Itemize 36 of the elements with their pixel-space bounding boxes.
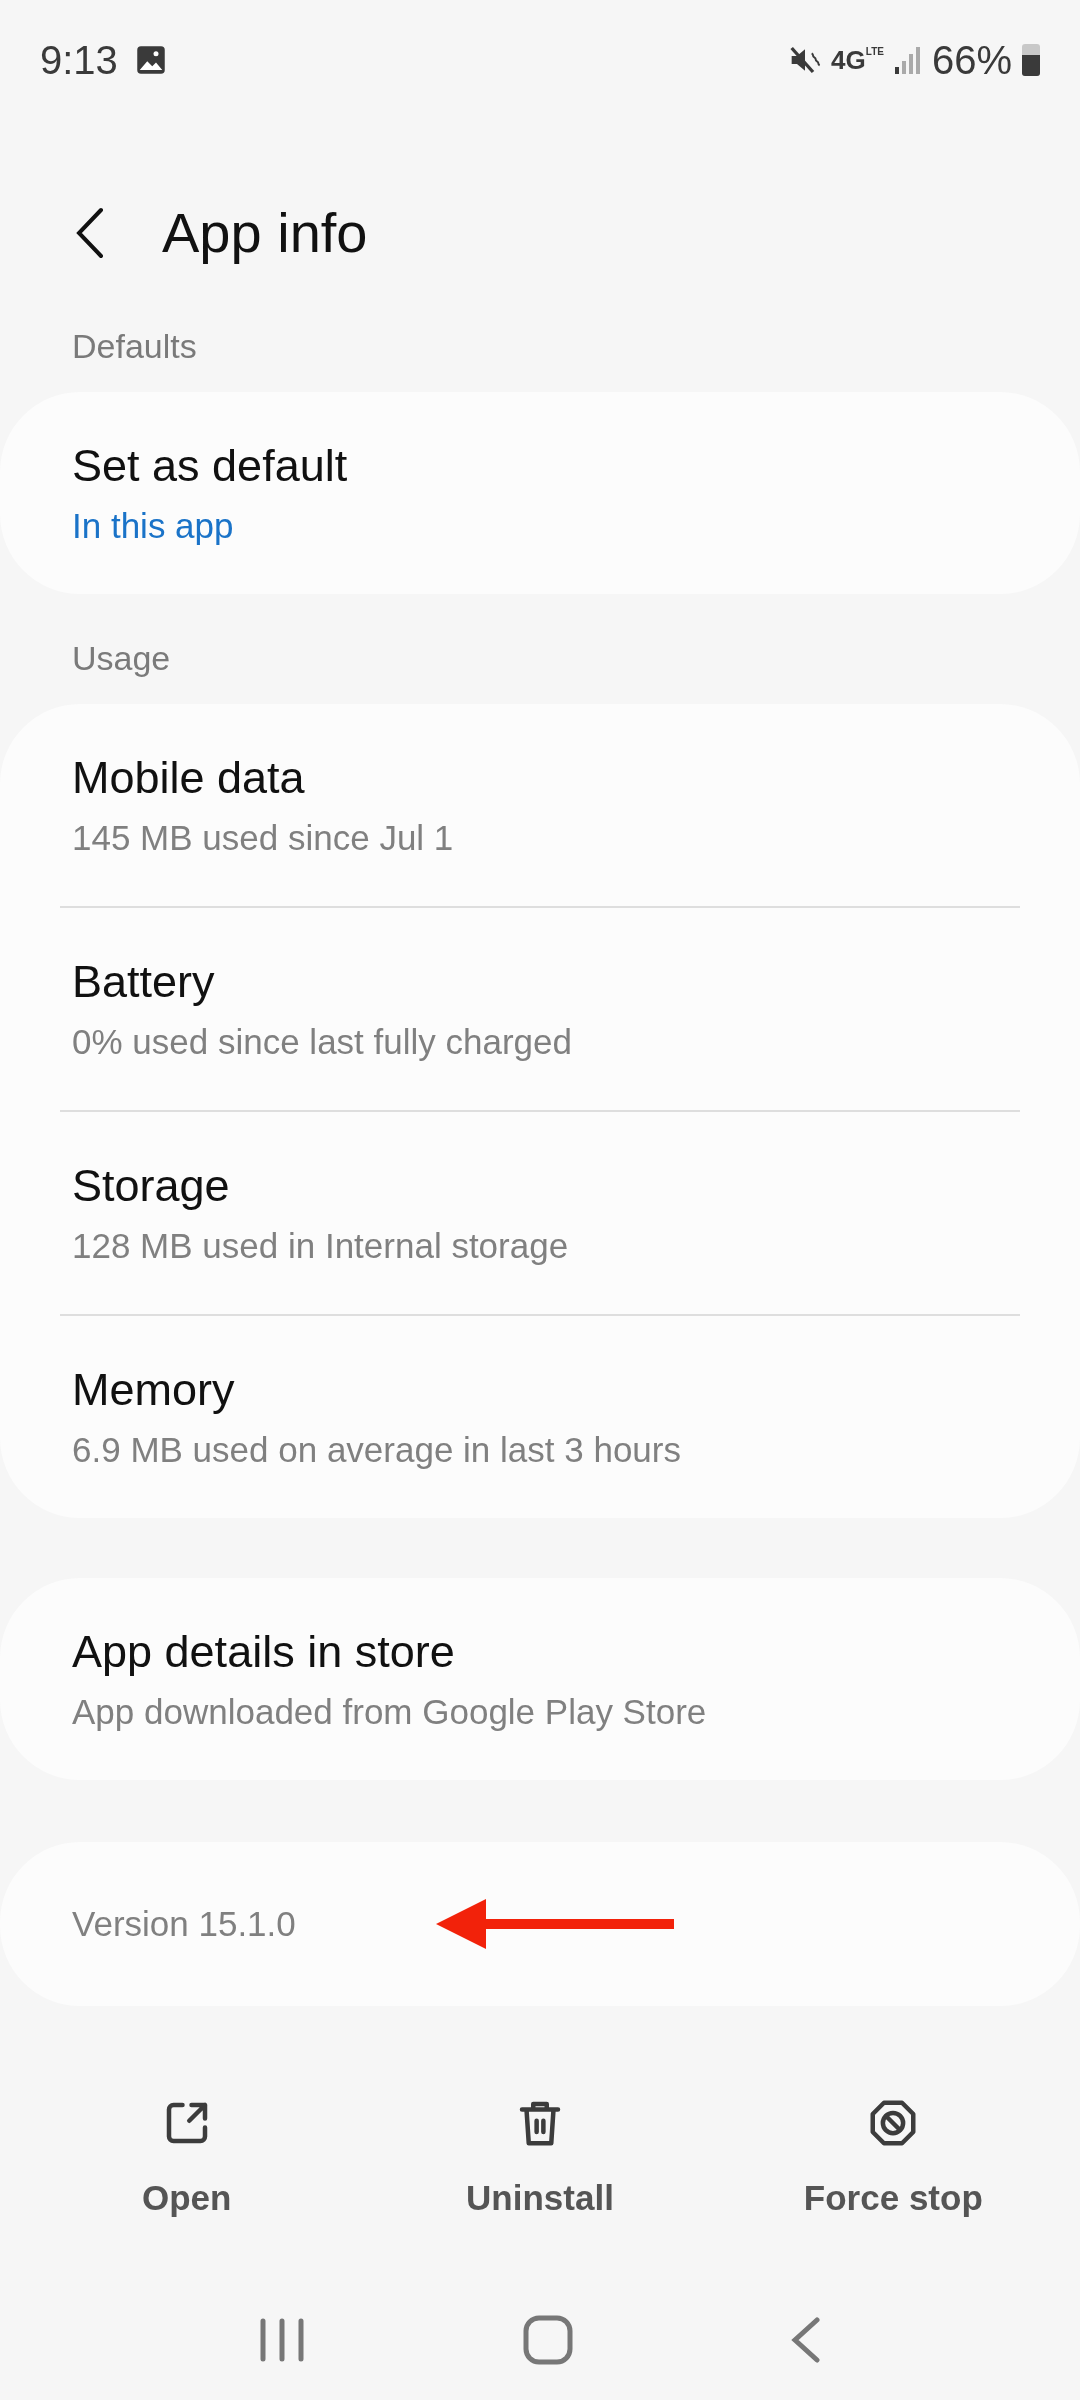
settings-row[interactable]: Memory 6.9 MB used on average in last 3 hours	[0, 1316, 1080, 1518]
row-subtitle: 145 MB used since Jul 1	[72, 817, 455, 860]
row-title: App details in store	[72, 1625, 456, 1679]
row-subtitle: App downloaded from Google Play Store	[72, 1691, 708, 1734]
page-title: App info	[162, 200, 368, 266]
section-header: Usage	[72, 638, 171, 679]
network-subtype: LTE	[865, 47, 884, 57]
row-title: Memory	[72, 1363, 236, 1417]
action-button[interactable]: Uninstall	[363, 2086, 717, 2235]
battery-percent: 66%	[931, 37, 1012, 84]
section-header: Defaults	[72, 326, 197, 367]
action-button[interactable]: Open	[10, 2086, 364, 2235]
settings-row[interactable]: Mobile data 145 MB used since Jul 1	[0, 704, 1080, 906]
signal-icon	[893, 45, 922, 75]
settings-row[interactable]: App details in store App downloaded from Google Play Store	[0, 1578, 1080, 1780]
status-time: 9:13	[40, 37, 118, 84]
row-subtitle: 6.9 MB used on average in last 3 hours	[72, 1429, 682, 1472]
row-title: Set as default	[72, 439, 349, 493]
recent-apps-button[interactable]	[259, 2316, 305, 2363]
mute-icon	[789, 44, 822, 76]
home-button[interactable]	[523, 2314, 573, 2365]
network-type: 4G	[831, 47, 866, 73]
battery-icon	[1022, 44, 1040, 76]
image-icon	[135, 45, 166, 75]
back-nav-button[interactable]	[791, 2316, 821, 2363]
row-subtitle: 0% used since last fully charged	[72, 1021, 573, 1064]
settings-row[interactable]: Set as default In this app	[0, 392, 1080, 594]
version-text: Version 15.1.0	[72, 1902, 296, 1945]
row-subtitle: 128 MB used in Internal storage	[72, 1225, 570, 1268]
action-button[interactable]: Force stop	[716, 2086, 1070, 2235]
row-title: Battery	[72, 955, 216, 1009]
row-title: Storage	[72, 1159, 231, 1213]
row-subtitle: In this app	[72, 505, 235, 548]
row-title: Mobile data	[72, 751, 306, 805]
settings-row[interactable]: Storage 128 MB used in Internal storage	[0, 1112, 1080, 1314]
settings-row[interactable]: Battery 0% used since last fully charged	[0, 908, 1080, 1110]
